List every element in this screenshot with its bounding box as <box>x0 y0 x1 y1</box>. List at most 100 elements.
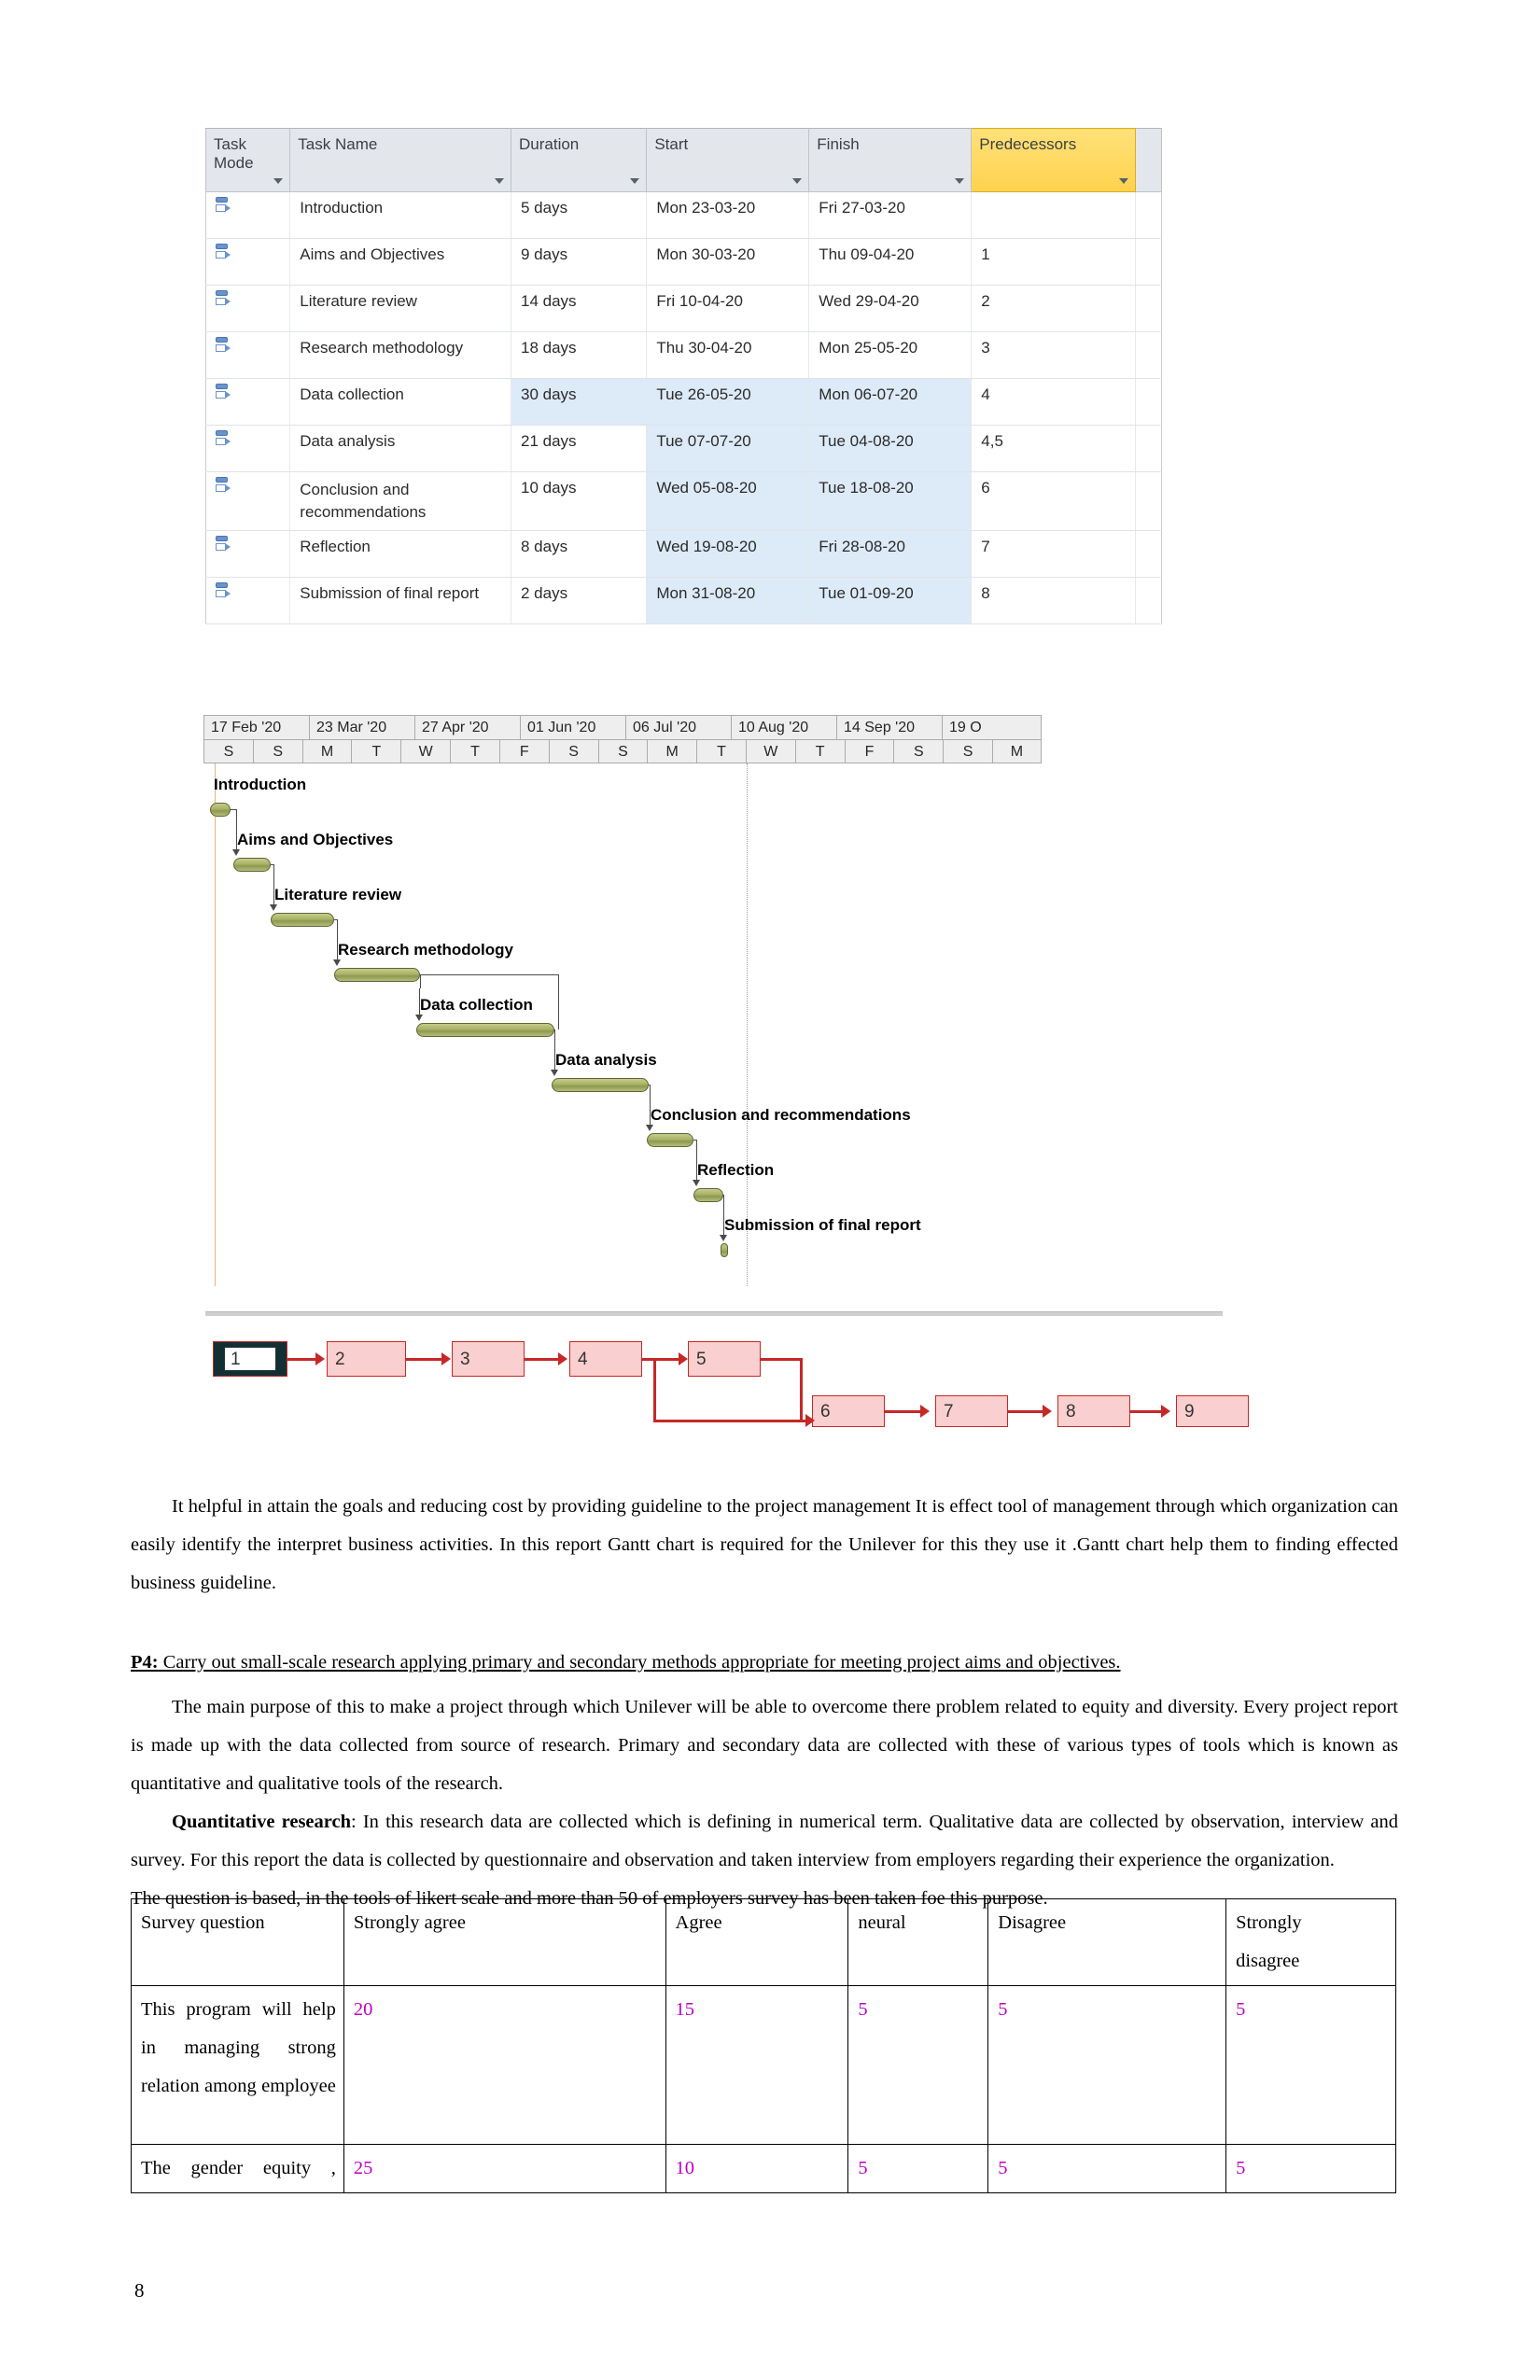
gantt-bar[interactable] <box>552 1078 649 1092</box>
column-header-predecessors[interactable]: Predecessors <box>971 128 1137 192</box>
column-header-task-name[interactable]: Task Name <box>289 128 511 192</box>
finish-cell[interactable]: Tue 04-08-20 <box>808 425 973 472</box>
chevron-down-icon[interactable] <box>955 178 965 184</box>
task-mode-cell[interactable] <box>204 425 291 472</box>
task-name-cell[interactable]: Literature review <box>289 285 511 332</box>
gantt-bar[interactable] <box>210 803 231 817</box>
predecessors-cell[interactable]: 6 <box>971 471 1137 531</box>
task-name-cell[interactable]: Introduction <box>289 191 511 239</box>
predecessors-cell[interactable]: 4 <box>971 378 1137 426</box>
chevron-down-icon[interactable] <box>630 178 640 184</box>
task-mode-cell[interactable] <box>204 191 291 239</box>
task-mode-cell[interactable] <box>204 471 291 531</box>
table-row[interactable]: Data collection 30 days Tue 26-05-20 Mon 06… <box>204 378 1162 426</box>
predecessors-cell[interactable]: 3 <box>971 331 1137 379</box>
finish-cell[interactable]: Fri 28-08-20 <box>808 530 973 578</box>
task-name-cell[interactable]: Conclusion and recommendations <box>289 471 511 531</box>
predecessors-cell[interactable] <box>971 191 1137 239</box>
duration-cell[interactable]: 8 days <box>510 530 648 578</box>
gantt-bar[interactable] <box>693 1188 723 1202</box>
network-node[interactable]: 2 <box>327 1341 406 1377</box>
start-cell[interactable]: Tue 07-07-20 <box>646 425 810 472</box>
column-header-task-mode[interactable]: Task Mode <box>204 128 291 192</box>
start-cell[interactable]: Tue 26-05-20 <box>646 378 810 426</box>
chevron-down-icon[interactable] <box>792 178 803 184</box>
timeline-day-label: W <box>745 739 795 763</box>
chevron-down-icon[interactable] <box>273 178 284 184</box>
predecessors-cell[interactable]: 8 <box>971 577 1137 624</box>
finish-cell[interactable]: Mon 25-05-20 <box>808 331 973 379</box>
column-header-extra[interactable] <box>1135 128 1162 192</box>
column-header-task-mode-l2: Mode <box>214 154 254 172</box>
start-cell[interactable]: Thu 30-04-20 <box>646 331 810 379</box>
duration-cell[interactable]: 21 days <box>510 425 648 472</box>
predecessors-cell[interactable]: 2 <box>971 285 1137 332</box>
duration-cell[interactable]: 2 days <box>510 577 648 624</box>
network-node[interactable]: 4 <box>569 1341 642 1377</box>
task-name-cell[interactable]: Data analysis <box>289 425 511 472</box>
duration-cell[interactable]: 9 days <box>510 238 648 286</box>
finish-cell[interactable]: Tue 18-08-20 <box>808 471 973 531</box>
gantt-bar[interactable] <box>233 858 271 872</box>
gantt-bar[interactable] <box>271 913 334 927</box>
chevron-down-icon[interactable] <box>495 178 504 184</box>
network-node[interactable]: 1 <box>213 1341 287 1377</box>
task-name-cell[interactable]: Reflection <box>289 530 511 578</box>
duration-cell[interactable]: 18 days <box>510 331 648 379</box>
finish-cell[interactable]: Wed 29-04-20 <box>808 285 973 332</box>
task-mode-cell[interactable] <box>204 378 291 426</box>
network-node[interactable]: 3 <box>452 1341 525 1377</box>
network-node[interactable]: 6 <box>812 1395 885 1427</box>
chevron-down-icon[interactable] <box>1119 178 1129 184</box>
table-row[interactable]: Reflection 8 days Wed 19-08-20 Fri 28-08-20… <box>204 530 1162 578</box>
auto-schedule-icon <box>214 429 232 448</box>
task-name-cell[interactable]: Aims and Objectives <box>289 238 511 286</box>
finish-cell[interactable]: Thu 09-04-20 <box>808 238 973 286</box>
task-name-cell[interactable]: Research methodology <box>289 331 511 379</box>
table-row[interactable]: Data analysis 21 days Tue 07-07-20 Tue 04-0… <box>204 425 1162 472</box>
duration-cell[interactable]: 30 days <box>510 378 648 426</box>
gantt-bar[interactable] <box>647 1133 693 1147</box>
gantt-bar[interactable] <box>721 1243 728 1257</box>
timeline-day-label: S <box>893 739 944 763</box>
network-node[interactable]: 5 <box>688 1341 761 1377</box>
start-cell[interactable]: Wed 05-08-20 <box>646 471 810 531</box>
column-header-start[interactable]: Start <box>646 128 810 192</box>
start-cell[interactable]: Mon 30-03-20 <box>646 238 810 286</box>
duration-cell[interactable]: 14 days <box>510 285 648 332</box>
table-row[interactable]: Conclusion and recommendations 10 days Wed… <box>204 471 1162 531</box>
network-node[interactable]: 8 <box>1057 1395 1130 1427</box>
table-row[interactable]: Introduction 5 days Mon 23-03-20 Fri 27-03-… <box>204 191 1162 239</box>
network-node[interactable]: 7 <box>935 1395 1008 1427</box>
network-node-label: 8 <box>1066 1401 1076 1421</box>
finish-cell[interactable]: Fri 27-03-20 <box>808 191 973 239</box>
gantt-bar[interactable] <box>416 1023 554 1037</box>
predecessors-cell[interactable]: 7 <box>971 530 1137 578</box>
table-row[interactable]: Submission of final report 2 days Mon 31-0… <box>204 577 1162 624</box>
task-name-cell[interactable]: Data collection <box>289 378 511 426</box>
auto-schedule-icon <box>214 476 232 495</box>
finish-cell[interactable]: Tue 01-09-20 <box>808 577 973 624</box>
task-mode-cell[interactable] <box>204 238 291 286</box>
task-mode-cell[interactable] <box>204 530 291 578</box>
start-cell[interactable]: Mon 31-08-20 <box>646 577 810 624</box>
finish-cell[interactable]: Mon 06-07-20 <box>808 378 973 426</box>
gantt-bar[interactable] <box>334 968 420 982</box>
column-header-finish[interactable]: Finish <box>808 128 973 192</box>
task-mode-cell[interactable] <box>204 331 291 379</box>
task-mode-cell[interactable] <box>204 285 291 332</box>
duration-cell[interactable]: 5 days <box>510 191 648 239</box>
start-cell[interactable]: Mon 23-03-20 <box>646 191 810 239</box>
predecessors-cell[interactable]: 4,5 <box>971 425 1137 472</box>
network-node[interactable]: 9 <box>1176 1395 1249 1427</box>
table-row[interactable]: Literature review 14 days Fri 10-04-20 Wed … <box>204 285 1162 332</box>
table-row[interactable]: Aims and Objectives 9 days Mon 30-03-20 Thu… <box>204 238 1162 286</box>
table-row[interactable]: Research methodology 18 days Thu 30-04-20 M… <box>204 331 1162 379</box>
predecessors-cell[interactable]: 1 <box>971 238 1137 286</box>
start-cell[interactable]: Fri 10-04-20 <box>646 285 810 332</box>
column-header-duration[interactable]: Duration <box>510 128 648 192</box>
task-mode-cell[interactable] <box>204 577 291 624</box>
start-cell[interactable]: Wed 19-08-20 <box>646 530 810 578</box>
duration-cell[interactable]: 10 days <box>510 471 648 531</box>
task-name-cell[interactable]: Submission of final report <box>289 577 511 624</box>
